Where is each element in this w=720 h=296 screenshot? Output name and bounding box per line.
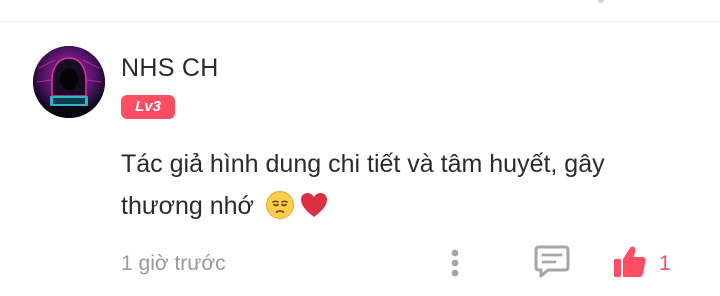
comment-text: Tác giả hình dung chi tiết và tâm huyết,… <box>121 150 605 220</box>
like-button[interactable]: 1 <box>612 244 676 280</box>
more-options-button[interactable] <box>444 246 466 280</box>
username[interactable]: NHS CH <box>121 54 219 82</box>
thumbs-up-icon <box>614 246 646 277</box>
comment-page: NHS CH Lv3 Tác giả hình dung chi tiết và… <box>0 0 720 296</box>
vertical-dots-icon <box>451 249 459 277</box>
red-heart-icon <box>299 190 329 233</box>
top-edge-dot <box>598 0 604 3</box>
hooded-figure-icon <box>33 46 105 118</box>
comment-body: Tác giả hình dung chi tiết và tâm huyết,… <box>121 143 681 233</box>
pensive-face-icon <box>265 190 295 233</box>
avatar[interactable] <box>33 46 105 118</box>
comment-bubble-icon <box>534 245 570 278</box>
like-count: 1 <box>659 252 671 275</box>
level-badge: Lv3 <box>121 95 175 119</box>
top-divider <box>0 21 720 22</box>
comment-timestamp: 1 giờ trước <box>121 252 226 275</box>
reply-button[interactable] <box>533 243 571 279</box>
